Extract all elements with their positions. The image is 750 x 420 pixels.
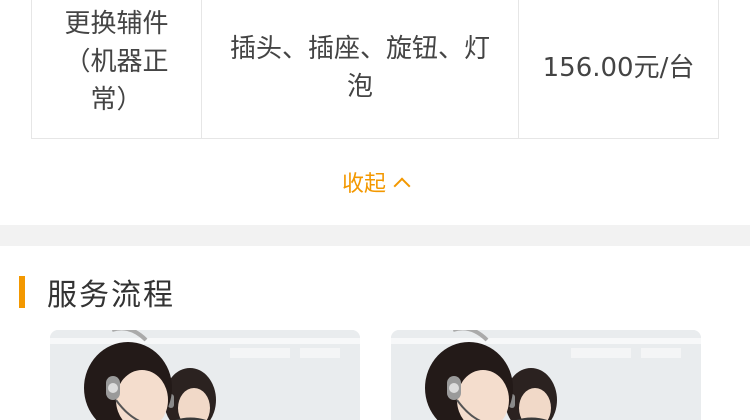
- table-cell-service-type: 更换辅件 （机器正 常）: [32, 0, 202, 138]
- table-cell-parts: 插头、插座、旋钮、灯 泡: [202, 0, 519, 138]
- section-divider: [0, 225, 750, 246]
- parts-line: 插头、插座、旋钮、灯: [229, 34, 490, 64]
- parts-line: 泡: [346, 72, 373, 102]
- price-table: 更换辅件 （机器正 常） 插头、插座、旋钮、灯 泡 156.00元/台: [31, 0, 719, 139]
- service-photo-card[interactable]: [391, 330, 701, 420]
- collapse-button[interactable]: 收起: [0, 164, 750, 200]
- table-cell-price: 156.00元/台: [519, 0, 718, 138]
- customer-service-photo: [391, 330, 701, 420]
- chevron-up-icon: [393, 177, 411, 195]
- price-value: 156.00元/台: [542, 53, 695, 83]
- page: 更换辅件 （机器正 常） 插头、插座、旋钮、灯 泡 156.00元/台 收起 服…: [0, 0, 750, 420]
- service-type-line: （机器正: [64, 47, 169, 77]
- collapse-label: 收起: [341, 172, 386, 197]
- section-title: 服务流程: [19, 272, 175, 313]
- service-type-line: 常）: [90, 85, 143, 115]
- service-photo-card[interactable]: [50, 330, 360, 420]
- title-accent-bar: [19, 276, 25, 308]
- section-title-text: 服务流程: [47, 278, 175, 313]
- service-type-line: 更换辅件: [64, 9, 169, 39]
- customer-service-photo: [50, 330, 360, 420]
